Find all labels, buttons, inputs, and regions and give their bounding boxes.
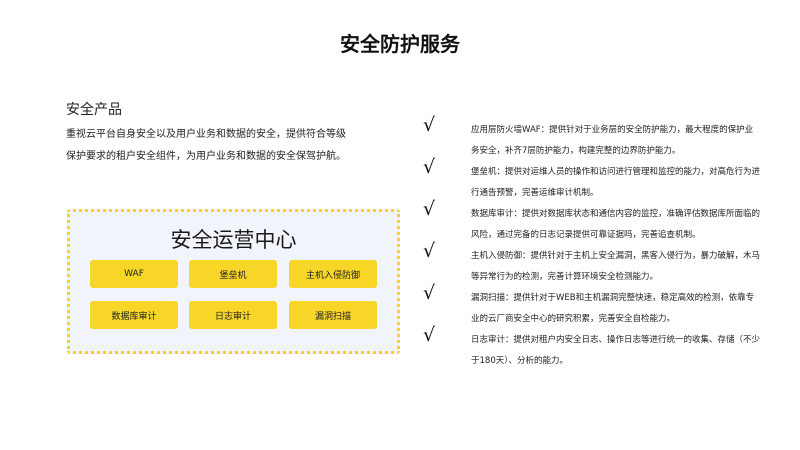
feature-database-audit: 数据库审计：提供对数据库状态和通信内容的监控，准确评估数据库所面临的风险，通过完…: [471, 209, 761, 240]
checkmark-icon: √: [423, 114, 436, 136]
security-operations-center-panel: 安全运营中心 WAF 堡垒机 主机入侵防御 数据库审计 日志审计 漏洞扫描: [67, 209, 400, 354]
soc-item-host-intrusion-prevention[interactable]: 主机入侵防御: [289, 260, 377, 288]
checkmark-icon: √: [423, 324, 436, 346]
feature-host-intrusion-prevention: 主机入侵防御：提供针对于主机上安全漏洞，黑客入侵行为，暴力破解，木马等异常行为的…: [471, 251, 761, 282]
feature-bastion-host: 堡垒机：提供对运维人员的操作和访问进行管理和监控的能力，对高危行为进行通告预警，…: [471, 167, 761, 198]
soc-item-log-audit[interactable]: 日志审计: [189, 301, 277, 329]
soc-title: 安全运营中心: [170, 228, 297, 252]
product-heading: 安全产品: [66, 102, 122, 118]
checkmark-icon: √: [423, 240, 436, 262]
feature-waf: 应用层防火墙WAF：提供针对于业务层的安全防护能力，最大程度的保护业务安全，补齐…: [471, 125, 754, 156]
soc-item-bastion-host[interactable]: 堡垒机: [189, 260, 277, 288]
checkmark-icon: √: [423, 198, 436, 220]
soc-item-database-audit[interactable]: 数据库审计: [90, 301, 178, 329]
page-title: 安全防护服务: [340, 32, 460, 56]
product-description: 重视云平台自身安全以及用户业务和数据的安全，提供符合等级保护要求的租户安全组件，…: [66, 129, 346, 162]
checkmark-icon: √: [423, 282, 436, 304]
checkmark-icon: √: [423, 156, 436, 178]
soc-item-vulnerability-scan[interactable]: 漏洞扫描: [289, 301, 377, 329]
soc-item-waf[interactable]: WAF: [90, 260, 178, 288]
feature-vulnerability-scan: 漏洞扫描：提供针对于WEB和主机漏洞完整快速，稳定高效的检测，依靠专业的云厂商安…: [471, 293, 755, 324]
feature-log-audit: 日志审计：提供对租户内安全日志、操作日志等进行统一的收集、存储（不少于180天）…: [471, 335, 761, 366]
